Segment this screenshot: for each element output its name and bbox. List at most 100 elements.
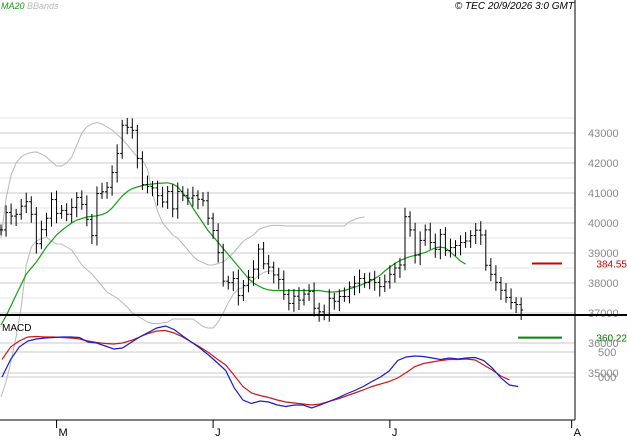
price-bar [438,229,443,260]
macd-tick-label: 000 [598,372,616,384]
price-bar [418,231,423,265]
price-bar [463,232,468,248]
macd-title: MACD [2,323,31,334]
levels: 384.55360.22 [518,260,627,345]
price-bar [453,240,458,256]
x-tick-label: J [215,427,221,439]
price-bar [332,292,337,310]
price-bar [337,289,342,312]
price-bar [428,222,433,250]
price-bar [110,165,115,196]
price-bar [44,212,49,237]
price-bar [377,277,382,297]
price-bar [160,186,165,208]
price-bar [170,184,175,218]
price-bar [180,186,185,202]
x-tick-label: M [59,427,68,439]
price-bar [286,289,291,311]
price-bar [246,270,251,293]
bollinger-bands [0,121,365,398]
price-bar [34,207,39,254]
price-bar [236,269,241,306]
y-tick-label: 41000 [588,188,619,200]
price-bar [84,195,89,227]
price-bar [312,282,317,317]
y-tick-label: 43000 [588,128,619,140]
macd-panel [1,325,519,409]
price-bar [357,269,362,294]
price-bar [74,192,79,218]
price-bar [29,196,34,223]
y-tick-label: 42000 [588,158,619,170]
price-bar [276,267,281,290]
price-bar [100,182,104,199]
price-bar [478,221,483,245]
price-bar [473,223,478,244]
price-bar [504,283,508,303]
macd-tick-label: 500 [598,347,616,359]
price-bar [39,220,44,250]
price-bar [413,222,418,264]
price-bar [140,151,145,190]
copyright-text: © TEC 20/9/2026 3:0 GMT [455,1,575,12]
price-bar [120,119,125,159]
price-bar [271,261,276,284]
x-tick-label: A [574,427,582,439]
price-bar [302,288,306,306]
price-bar [201,192,205,207]
price-bar [216,223,221,263]
y-tick-label: 40000 [588,218,619,230]
price-bar [498,277,503,301]
price-bar [362,273,367,288]
price-bar [231,271,236,292]
price-bar [69,198,74,223]
ma20-legend: MA20 [1,1,25,11]
price-bar [281,270,286,300]
ma20-line [0,182,466,326]
y-tick-label: 38000 [588,278,619,290]
stock-chart: 384.55360.22 350003600037000380003900040… [0,0,627,439]
price-bar [256,243,261,280]
price-bar [519,297,524,320]
price-bar [190,186,195,207]
price-bar [19,199,24,220]
price-bar [165,186,170,209]
price-bar [514,297,519,313]
price-bar [89,214,94,244]
price-bar [24,192,29,214]
price-bar [372,270,377,291]
price-bar [261,241,266,270]
price-bar [9,203,14,225]
price-bar [433,233,438,258]
level-label: 384.55 [596,260,627,271]
signal-line [1,329,510,406]
price-bar [423,224,428,246]
ma20-polyline [0,182,466,326]
price-bar [317,302,322,322]
price-bar [468,230,473,248]
price-bar [327,289,332,322]
price-bar [347,281,352,304]
price-bar [322,304,327,321]
price-bar [443,227,448,256]
price-bar [493,265,498,291]
price-bar [130,118,135,139]
y-tick-label: 39000 [588,248,619,260]
price-bar [291,289,296,312]
price-bar [408,211,413,237]
price-bar [392,262,397,283]
price-bar [509,288,514,310]
price-bar [59,205,64,219]
price-bar [49,192,54,227]
gridlines [0,117,575,378]
price-bar [352,276,357,296]
x-tick-label: J [392,427,398,439]
price-bar [448,238,453,258]
price-bar [483,229,488,271]
price-bar [64,203,69,222]
price-bar [54,190,59,224]
price-bar [488,258,493,282]
price-bar [135,124,140,169]
bbands-legend: BBands [27,1,59,11]
price-bar [403,207,407,271]
